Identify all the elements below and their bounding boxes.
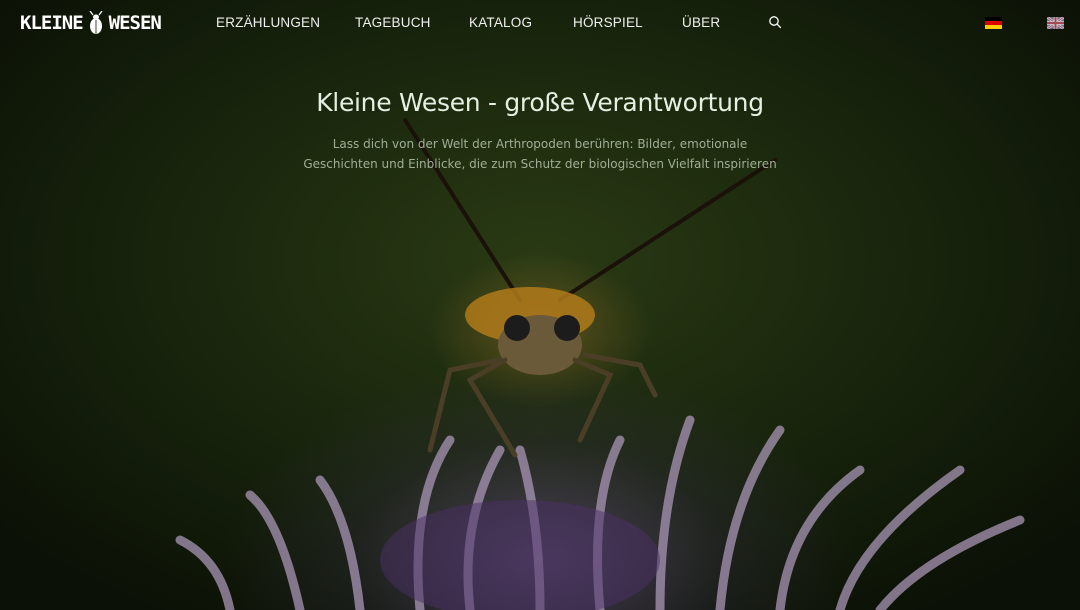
nav-item-erzaehlungen[interactable]: ERZÄHLUNGEN [216,15,320,30]
hero-title: Kleine Wesen - große Verantwortung [316,88,764,117]
nav-item-hoerspiel[interactable]: HÖRSPIEL [573,15,643,30]
search-icon[interactable] [768,15,782,29]
uk-flag-icon[interactable] [1047,17,1064,29]
nav-item-ueber[interactable]: ÜBER [682,15,720,30]
nav-item-katalog[interactable]: KATALOG [469,15,532,30]
logo-text-right: WESEN [108,12,162,34]
nav-item-tagebuch[interactable]: TAGEBUCH [355,15,431,30]
beetle-icon [89,11,103,34]
site-logo[interactable]: KLEINE WESEN [20,11,162,35]
german-flag-icon[interactable] [985,17,1002,29]
hero-subtitle: Lass dich von der Welt der Arthropoden b… [0,134,1080,174]
logo-text-left: KLEINE [20,12,84,34]
hero-subtitle-line-2: Geschichten und Einblicke, die zum Schut… [303,157,777,171]
hero-subtitle-line-1: Lass dich von der Welt der Arthropoden b… [332,137,748,151]
